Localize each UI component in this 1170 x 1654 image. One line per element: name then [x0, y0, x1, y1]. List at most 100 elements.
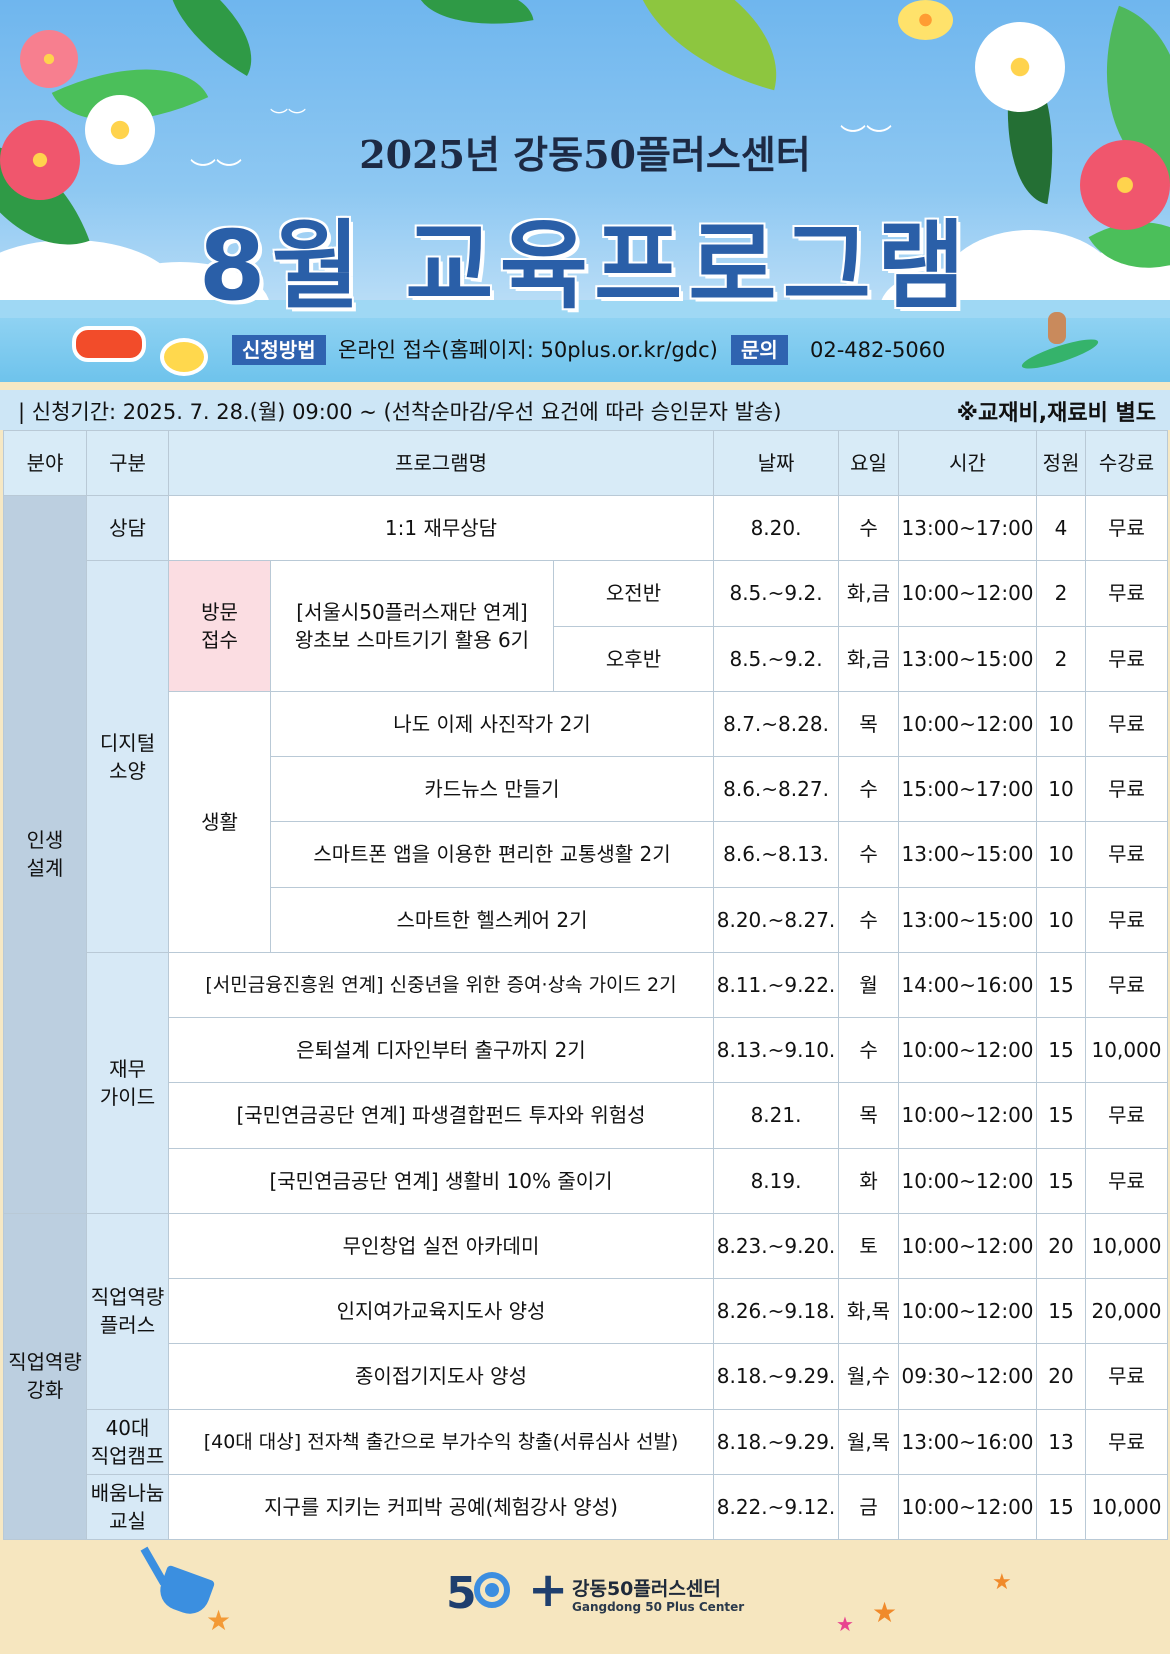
starfish-icon: ★ — [206, 1604, 232, 1637]
program-capacity: 10 — [1036, 886, 1087, 953]
program-capacity: 10 — [1036, 755, 1087, 823]
logo-five: 5 — [446, 1568, 477, 1619]
program-capacity: 20 — [1036, 1212, 1087, 1280]
starfish-icon: ★ — [836, 1612, 854, 1636]
category-counsel: 상담 — [86, 494, 169, 562]
logo-plus: + — [528, 1562, 569, 1618]
program-session: 오전반 — [552, 560, 715, 627]
program-day: 수 — [838, 886, 900, 953]
table-row: 인지여가교육지도사 양성 8.26.~9.18. 화,목 10:00~12:00… — [4, 1277, 1169, 1345]
field-career-skills: 직업역량 강화 — [3, 1212, 87, 1541]
contact-bar: 신청방법 온라인 접수(홈페이지: 50plus.or.kr/gdc) 문의 0… — [0, 312, 1170, 382]
program-fee: 무료 — [1085, 755, 1169, 823]
hibiscus-icon — [20, 30, 78, 88]
program-date: 8.18.~9.29. — [713, 1408, 840, 1475]
program-time: 10:00~12:00 — [898, 1147, 1038, 1214]
program-day: 목 — [838, 690, 900, 758]
program-capacity: 15 — [1036, 1473, 1087, 1541]
swimmer-icon — [160, 338, 208, 376]
program-name: 스마트폰 앱을 이용한 편리한 교통생활 2기 — [269, 821, 715, 888]
program-date: 8.6.~8.27. — [713, 755, 840, 823]
program-time: 10:00~12:00 — [898, 560, 1038, 627]
program-date: 8.5.~9.2. — [713, 560, 840, 627]
program-fee: 10,000 — [1085, 1016, 1169, 1084]
program-capacity: 4 — [1036, 494, 1087, 562]
program-day: 수 — [838, 821, 900, 888]
program-fee: 무료 — [1085, 951, 1169, 1019]
program-time: 10:00~12:00 — [898, 1212, 1038, 1280]
program-day: 화 — [838, 1147, 900, 1214]
category-career-plus: 직업역량 플러스 — [86, 1212, 169, 1410]
program-name: 1:1 재무상담 — [167, 494, 715, 562]
program-name: 나도 이제 사진작가 2기 — [269, 690, 715, 758]
category-learning-sharing: 배움나눔 교실 — [86, 1473, 169, 1541]
header-time: 시간 — [898, 430, 1038, 496]
header-fee: 수강료 — [1085, 430, 1169, 496]
program-capacity: 10 — [1036, 690, 1087, 758]
table-row: 생활 나도 이제 사진작가 2기 8.7.~8.28. 목 10:00~12:0… — [4, 690, 1169, 953]
program-time: 15:00~17:00 — [898, 755, 1038, 823]
program-name: 스마트한 헬스케어 2기 — [269, 886, 715, 953]
inquiry-phone: 02-482-5060 — [810, 338, 946, 362]
program-capacity: 2 — [1036, 625, 1087, 692]
method-tag: 신청방법 — [232, 335, 326, 365]
leaf-icon — [609, 0, 801, 91]
program-day: 월,수 — [838, 1343, 900, 1410]
starfish-icon: ★ — [872, 1596, 898, 1629]
table-row: [국민연금공단 연계] 생활비 10% 줄이기 8.19. 화 10:00~12… — [4, 1147, 1169, 1214]
program-date: 8.5.~9.2. — [713, 625, 840, 692]
program-name: 종이접기지도사 양성 — [167, 1343, 715, 1410]
table-row: 배움나눔 교실 지구를 지키는 커피박 공예(체험강사 양성) 8.22.~9.… — [4, 1473, 1169, 1541]
program-capacity: 15 — [1036, 1016, 1087, 1084]
program-date: 8.26.~9.18. — [713, 1277, 840, 1345]
field-life-design: 인생 설계 — [3, 495, 87, 1214]
program-capacity: 13 — [1036, 1408, 1087, 1475]
table-row: 직업역량 강화 직업역량 플러스 무인창업 실전 아카데미 8.23.~9.20… — [3, 1212, 1169, 1541]
program-name: [40대 대상] 전자책 출간으로 부가수익 창출(서류심사 선발) — [167, 1408, 715, 1475]
program-capacity: 10 — [1036, 821, 1087, 888]
program-fee: 무료 — [1085, 886, 1169, 953]
program-capacity: 15 — [1036, 1082, 1087, 1149]
program-time: 13:00~15:00 — [898, 886, 1038, 953]
program-day: 월,목 — [838, 1408, 900, 1475]
plumeria-icon — [975, 22, 1065, 112]
program-fee: 무료 — [1085, 560, 1169, 627]
program-day: 수 — [838, 755, 900, 823]
inquiry-tag: 문의 — [731, 335, 788, 365]
category-finance-guide: 재무 가이드 — [86, 951, 169, 1214]
method-text: 온라인 접수(홈페이지: 50plus.or.kr/gdc) — [338, 338, 718, 362]
program-name: [국민연금공단 연계] 파생결합펀드 투자와 위험성 — [167, 1082, 715, 1149]
subcategory-living: 생활 — [168, 690, 271, 953]
program-time: 13:00~15:00 — [898, 821, 1038, 888]
header-program: 프로그램명 — [167, 430, 715, 496]
program-fee: 무료 — [1085, 1082, 1169, 1149]
program-time: 13:00~17:00 — [898, 494, 1038, 562]
program-capacity: 2 — [1036, 560, 1087, 627]
program-fee: 무료 — [1085, 625, 1169, 692]
logo-dot-icon — [485, 1583, 499, 1597]
program-day: 월 — [838, 951, 900, 1019]
program-fee: 무료 — [1085, 690, 1169, 758]
program-time: 10:00~12:00 — [898, 690, 1038, 758]
program-capacity: 15 — [1036, 951, 1087, 1019]
subcategory-visit: 방문 접수 — [168, 560, 271, 692]
program-fee: 20,000 — [1085, 1277, 1169, 1345]
program-date: 8.11.~9.22. — [713, 951, 840, 1019]
program-name: [서울시50플러스재단 연계] 왕초보 스마트기기 활용 6기 — [270, 560, 554, 692]
program-day: 수 — [838, 494, 900, 562]
program-fee: 무료 — [1085, 1408, 1169, 1475]
table-row: 40대 직업캠프 [40대 대상] 전자책 출간으로 부가수익 창출(서류심사 … — [4, 1408, 1169, 1475]
center-name-english: Gangdong 50 Plus Center — [572, 1600, 745, 1614]
shovel-icon — [140, 1546, 168, 1586]
program-date: 8.13.~9.10. — [713, 1016, 840, 1084]
program-time: 10:00~12:00 — [898, 1082, 1038, 1149]
program-name: 지구를 지키는 커피박 공예(체험강사 양성) — [167, 1473, 715, 1541]
program-fee: 10,000 — [1085, 1473, 1169, 1541]
program-time: 14:00~16:00 — [898, 951, 1038, 1019]
table-row: 종이접기지도사 양성 8.18.~9.29. 월,수 09:30~12:00 2… — [4, 1343, 1169, 1410]
leaf-icon — [416, 0, 534, 40]
program-time: 10:00~12:00 — [898, 1016, 1038, 1084]
table-row: 재무 가이드 [서민금융진흥원 연계] 신중년을 위한 증여·상속 가이드 2기… — [4, 951, 1169, 1214]
table-row: 은퇴설계 디자인부터 출구까지 2기 8.13.~9.10. 수 10:00~1… — [4, 1016, 1169, 1084]
program-time: 13:00~16:00 — [898, 1408, 1038, 1475]
